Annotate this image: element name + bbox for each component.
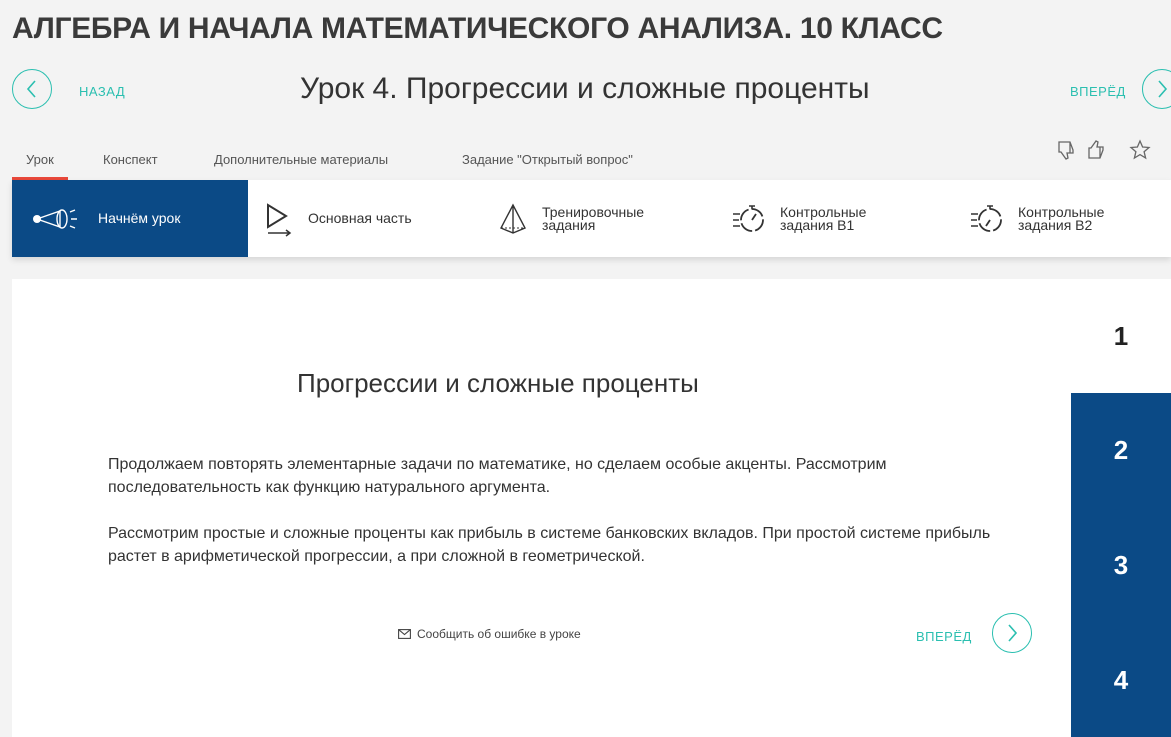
lesson-content: Прогрессии и сложные проценты Продолжаем… [12, 279, 1171, 737]
chevron-left-icon [26, 80, 36, 98]
stopwatch-icon [970, 202, 1004, 236]
stage-label: Начнём урок [98, 210, 181, 226]
forward-link-bottom[interactable]: ВПЕРЁД [916, 629, 972, 644]
tab-notes[interactable]: Конспект [103, 148, 158, 180]
page-4-button[interactable]: 4 [1071, 623, 1171, 737]
section-pager: 1 2 3 4 [1071, 0, 1171, 737]
stage-label: Основная часть [308, 210, 412, 226]
page-2-button[interactable]: 2 [1071, 393, 1171, 508]
stage-main-part[interactable]: Основная часть [264, 180, 474, 257]
lesson-stages: Начнём урок Основная часть Тренировочные… [12, 180, 1171, 257]
back-button[interactable] [12, 69, 52, 109]
envelope-icon [398, 629, 411, 639]
telescope-icon [32, 206, 84, 232]
intro-paragraph-1: Продолжаем повторять элементарные задачи… [108, 456, 887, 496]
stage-control-b1[interactable]: Контрольные задания В1 [732, 180, 952, 257]
pyramid-icon [498, 202, 528, 236]
stage-training-tasks[interactable]: Тренировочные задания [498, 180, 708, 257]
tab-lesson[interactable]: Урок [26, 148, 54, 180]
play-icon [264, 201, 294, 237]
lesson-title: Урок 4. Прогрессии и сложные проценты [300, 72, 870, 105]
stage-label: Тренировочные задания [542, 203, 645, 233]
report-error-label: Сообщить об ошибке в уроке [417, 627, 581, 641]
tab-open-question[interactable]: Задание "Открытый вопрос" [462, 148, 633, 180]
page-1-button[interactable]: 1 [1071, 279, 1171, 393]
forward-button-bottom[interactable] [992, 613, 1032, 653]
tab-additional-materials[interactable]: Дополнительные материалы [214, 148, 388, 180]
stopwatch-icon [732, 202, 766, 236]
back-link[interactable]: НАЗАД [79, 84, 125, 99]
report-error-link[interactable]: Сообщить об ошибке в уроке [398, 627, 581, 641]
intro-paragraph-2: Рассмотрим простые и сложные проценты ка… [108, 525, 991, 565]
page-3-button[interactable]: 3 [1071, 508, 1171, 623]
course-title: АЛГЕБРА И НАЧАЛА МАТЕМАТИЧЕСКОГО АНАЛИЗА… [12, 12, 943, 45]
chevron-right-icon [1008, 624, 1018, 642]
stage-start-lesson[interactable]: Начнём урок [12, 180, 248, 257]
stage-label: Контрольные задания В1 [780, 203, 867, 233]
content-title: Прогрессии и сложные проценты [297, 368, 699, 398]
